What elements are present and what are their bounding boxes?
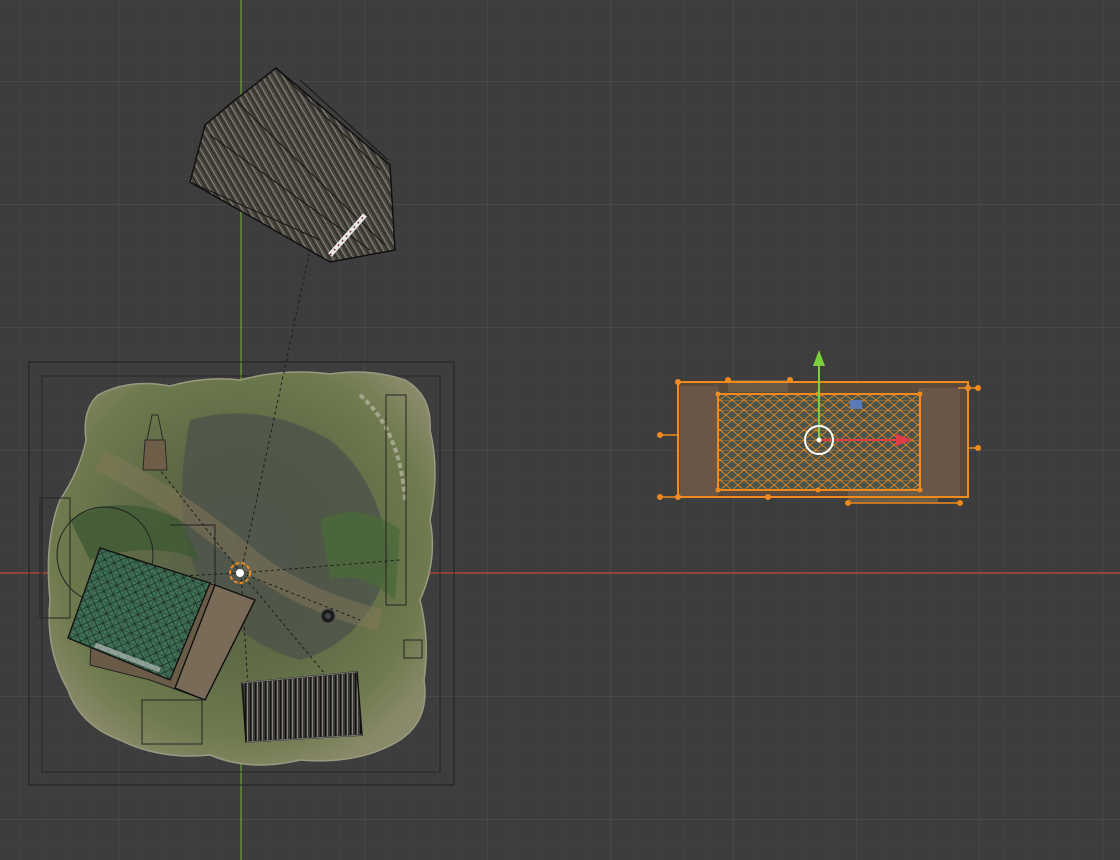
well[interactable] — [320, 608, 336, 624]
log-shelter[interactable] — [241, 671, 363, 743]
viewport-canvas[interactable] — [0, 0, 1120, 860]
gizmo-center-dot-icon — [816, 437, 822, 443]
3d-viewport[interactable] — [0, 0, 1120, 860]
